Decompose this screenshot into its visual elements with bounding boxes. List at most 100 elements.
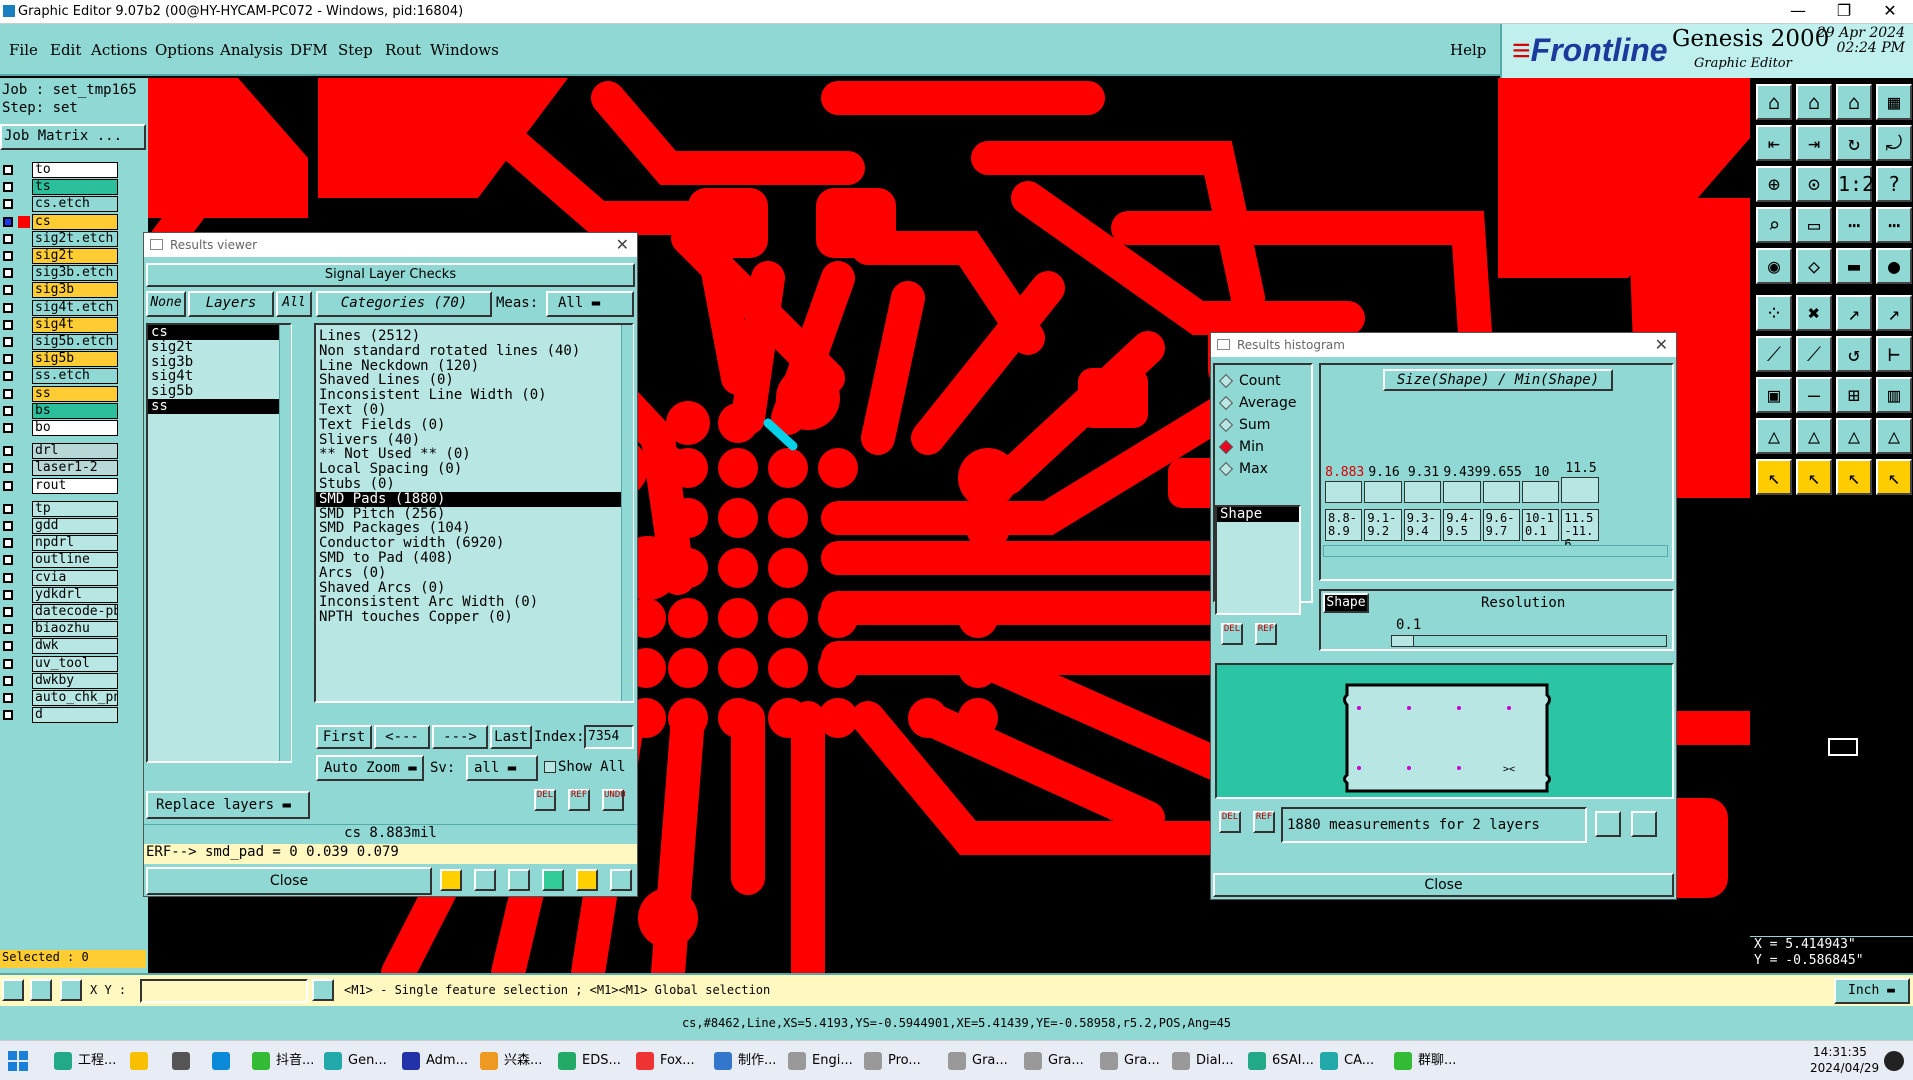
toolbar-tool-icon[interactable]: ⌂ [1756,84,1792,120]
radio-icon[interactable] [1218,417,1234,433]
histogram-bar[interactable] [1403,481,1442,503]
toolbar-tool-icon[interactable]: ⌂ [1796,84,1832,120]
histogram-bar[interactable] [1482,481,1520,503]
category-item[interactable]: ** Not Used ** (0) [316,447,632,462]
hist-ref-icon[interactable]: REF [1255,623,1277,645]
taskbar-app[interactable]: Gra... [1098,1049,1160,1073]
category-item[interactable]: Shaved Lines (0) [316,373,632,388]
layer-checkbox[interactable] [3,165,13,175]
layer-checkbox[interactable] [3,446,13,457]
layer-checkbox[interactable] [3,538,13,549]
notification-icon[interactable] [1884,1051,1904,1071]
layer-checkbox[interactable] [3,693,13,703]
layer-row[interactable]: dwk [0,638,118,655]
signal-layer-checks-header[interactable]: Signal Layer Checks [146,263,635,287]
toolbar-tool-icon[interactable]: ↻ [1836,125,1872,161]
taskbar-app[interactable] [128,1049,154,1073]
category-item[interactable]: Conductor width (6920) [316,536,632,551]
tool-icon-1[interactable] [440,869,462,891]
status-icon-2[interactable] [30,979,52,1001]
toolbar-tool-icon[interactable]: ⇤ [1756,125,1792,161]
layer-checkbox[interactable] [3,302,13,313]
layer-name[interactable]: d [32,707,118,724]
layer-name[interactable]: rout [32,477,118,494]
layer-row[interactable]: sig2t.etch [0,230,118,247]
sv-dropdown[interactable]: all ▬ [466,755,538,781]
layer-row[interactable]: sig2t [0,248,118,264]
layer-row[interactable]: uv_tool [0,655,118,672]
layer-list-scrollbar[interactable] [279,325,291,761]
result-layer-item[interactable]: sig2t [148,339,290,355]
radio-icon[interactable] [1218,395,1234,411]
menu-analysis[interactable]: Analysis [220,41,283,59]
histogram-bar[interactable] [1325,481,1363,503]
taskbar-app[interactable]: Fox... [634,1049,695,1073]
layer-name[interactable]: npdrl [32,535,118,552]
layer-row[interactable]: cs [0,213,118,230]
layer-name[interactable]: gdd [32,518,118,534]
layer-name[interactable]: uv_tool [32,655,118,672]
menu-actions[interactable]: Actions [91,41,147,59]
layer-checkbox[interactable] [3,337,13,347]
layer-row[interactable]: laser1-2 [0,460,118,477]
layer-checkbox[interactable] [3,405,13,416]
category-item[interactable]: Text Fields (0) [316,417,632,433]
toolbar-tool-icon[interactable]: △ [1876,418,1912,454]
layer-name[interactable]: tp [32,500,118,517]
layer-row[interactable]: cs.etch [0,196,118,213]
category-item[interactable]: Text (0) [316,403,632,418]
layer-name[interactable]: outline [32,552,118,569]
category-item[interactable]: SMD Pitch (256) [316,506,632,522]
layer-result-list[interactable]: cs sig2t sig3b sig4t sig5b ss [146,323,292,763]
layer-name[interactable]: datecode-pbs [32,604,118,620]
toolbar-tool-icon[interactable]: ⤾ [1876,125,1912,161]
layer-checkbox[interactable] [3,710,13,721]
layer-name[interactable]: cvia [32,569,118,586]
toolbar-tool-icon[interactable]: ◇ [1796,248,1832,284]
layer-checkbox[interactable] [3,463,13,474]
job-matrix-button[interactable]: Job Matrix ... [0,124,146,150]
category-item[interactable]: NPTH touches Copper (0) [316,610,632,625]
toolbar-tool-icon[interactable]: △ [1836,418,1872,454]
toolbar-tool-icon[interactable]: ↖ [1796,459,1832,495]
preview-ref-icon[interactable]: REF [1253,811,1275,833]
close-window-button[interactable]: ✕ [1867,1,1913,23]
category-item[interactable]: Inconsistent Line Width (0) [316,388,632,403]
layer-row[interactable]: sig4t [0,316,118,333]
layer-row[interactable]: outline [0,552,118,569]
taskbar-app[interactable]: Dial... [1170,1049,1234,1073]
histogram-chart-title[interactable]: Size(Shape) / Min(Shape) [1383,369,1613,391]
aggregate-option-average[interactable]: Average [1218,395,1297,411]
layer-name[interactable]: laser1-2 [32,460,118,477]
layer-name[interactable]: to [32,162,118,178]
layer-checkbox[interactable] [3,319,13,330]
category-list-scrollbar[interactable] [621,325,633,701]
menu-rout[interactable]: Rout [385,41,421,59]
auto-zoom-dropdown[interactable]: Auto Zoom ▬ [316,755,424,781]
toolbar-tool-icon[interactable]: △ [1756,418,1792,454]
layer-checkbox[interactable] [3,589,13,600]
layer-row[interactable]: ydkdrl [0,586,118,603]
toolbar-tool-icon[interactable]: ↖ [1876,459,1912,495]
taskbar-app[interactable]: 抖音... [250,1049,314,1073]
taskbar-app[interactable]: 兴森... [478,1049,542,1073]
toolbar-tool-icon[interactable]: ↖ [1836,459,1872,495]
layer-name[interactable]: dwk [32,638,118,655]
category-item[interactable]: Arcs (0) [316,565,632,581]
layer-row[interactable]: rout [0,477,118,494]
toolbar-tool-icon[interactable]: ↺ [1836,336,1872,372]
units-dropdown[interactable]: Inch ▬ [1834,978,1910,1004]
aggregate-option-sum[interactable]: Sum [1218,417,1270,433]
layer-checkbox[interactable] [3,199,13,210]
layer-name[interactable]: cs.etch [32,196,118,213]
last-button[interactable]: Last [490,725,532,749]
histogram-bar[interactable] [1364,481,1402,503]
toolbar-tool-icon[interactable]: ⌕ [1756,207,1792,243]
maximize-button[interactable]: ❐ [1821,1,1867,23]
toolbar-tool-icon[interactable]: ↗ [1876,295,1912,331]
category-item[interactable]: SMD to Pad (408) [316,551,632,566]
replace-layers-dropdown[interactable]: Replace layers ▬ [146,791,310,819]
menu-options[interactable]: Options [155,41,214,59]
hist-del-icon[interactable]: DEL [1221,623,1243,645]
del-icon[interactable]: DEL [534,789,556,811]
